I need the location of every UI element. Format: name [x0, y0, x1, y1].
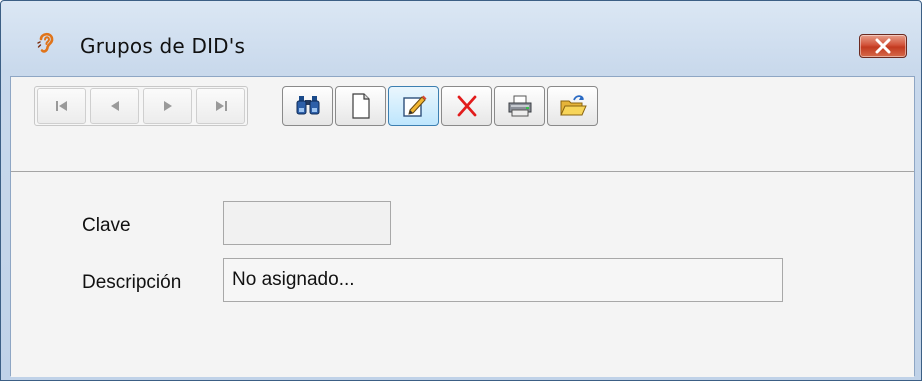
title-bar[interactable]: Grupos de DID's — [1, 1, 921, 58]
ear-icon — [34, 30, 58, 54]
clave-input[interactable] — [223, 201, 391, 245]
next-record-button[interactable] — [143, 88, 192, 124]
folder-open-icon — [559, 95, 587, 116]
red-x-icon — [457, 95, 476, 117]
binoculars-icon — [296, 96, 319, 115]
form-area: Clave Descripción No asignado... — [11, 172, 914, 377]
open-button[interactable] — [547, 86, 598, 126]
actions-group — [282, 86, 598, 126]
client-area: Clave Descripción No asignado... — [10, 76, 915, 377]
print-button[interactable] — [494, 86, 545, 126]
previous-record-button[interactable] — [90, 88, 139, 124]
blank-page-icon — [351, 93, 370, 119]
skip-first-icon — [55, 101, 67, 111]
pencil-edit-icon — [402, 95, 426, 117]
delete-button[interactable] — [441, 86, 492, 126]
descripcion-label: Descripción — [82, 272, 182, 293]
descripcion-input[interactable]: No asignado... — [223, 258, 783, 302]
triangle-left-icon — [110, 101, 119, 111]
clave-label: Clave — [82, 215, 131, 236]
last-record-button[interactable] — [196, 88, 245, 124]
navigation-group — [34, 86, 248, 126]
dialog-window: Grupos de DID's Clave Descripción No asi… — [0, 0, 922, 381]
window-title: Grupos de DID's — [80, 34, 246, 58]
close-icon — [875, 38, 891, 54]
skip-last-icon — [215, 101, 227, 111]
toolbar — [11, 77, 914, 172]
first-record-button[interactable] — [37, 88, 86, 124]
edit-button[interactable] — [388, 86, 439, 126]
triangle-right-icon — [163, 101, 172, 111]
new-button[interactable] — [335, 86, 386, 126]
close-button[interactable] — [859, 34, 907, 58]
printer-icon — [508, 95, 531, 117]
search-button[interactable] — [282, 86, 333, 126]
